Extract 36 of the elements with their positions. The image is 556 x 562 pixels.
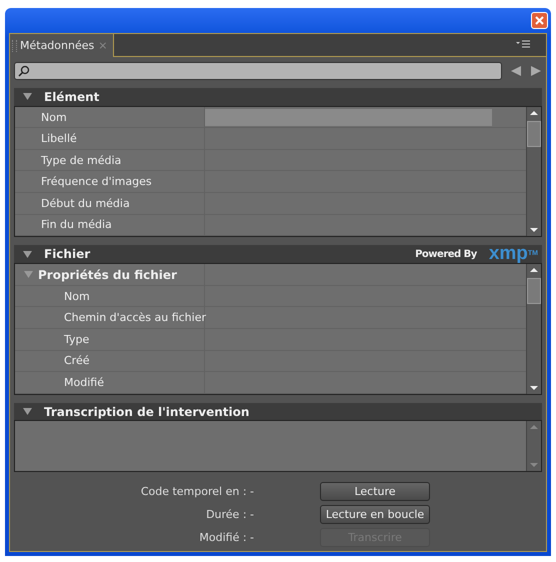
scrollbar[interactable] bbox=[526, 264, 541, 394]
close-button[interactable] bbox=[531, 12, 548, 29]
scrollbar bbox=[526, 421, 541, 472]
panel-tab[interactable]: Métadonnées × bbox=[10, 34, 114, 57]
next-icon[interactable] bbox=[530, 65, 542, 77]
property-label: Nom bbox=[15, 286, 205, 306]
section-title: Fichier bbox=[44, 247, 90, 262]
property-label: Fréquence d'images bbox=[15, 171, 205, 192]
property-label: Libellé bbox=[15, 128, 205, 149]
property-label: Type bbox=[15, 329, 205, 350]
search-icon bbox=[18, 65, 30, 77]
close-icon bbox=[534, 15, 545, 26]
previous-icon[interactable] bbox=[510, 65, 522, 77]
section-title: Transcription de l'intervention bbox=[44, 404, 250, 419]
property-label: Fin du média bbox=[15, 214, 205, 236]
info-text: Modifié : - bbox=[199, 530, 254, 546]
info-text: Durée : - bbox=[206, 507, 254, 524]
search-field[interactable] bbox=[14, 62, 502, 80]
section-header[interactable]: Fichier Powered By xmp$^{TM}$ bbox=[14, 245, 542, 264]
panel-menu-icon[interactable] bbox=[516, 40, 530, 50]
info-text: Code temporel en : - bbox=[140, 484, 254, 500]
logo: xmp$^{TM}$ bbox=[488, 245, 538, 264]
value-field[interactable] bbox=[205, 108, 492, 126]
property-label: Type de média bbox=[15, 150, 205, 170]
property-label: Début du média bbox=[15, 193, 205, 214]
section-header[interactable]: Elément bbox=[14, 88, 542, 107]
property-label: Chemin d'accès au fichier bbox=[15, 307, 205, 328]
scrollbar[interactable] bbox=[526, 106, 541, 236]
property-label: Modifié bbox=[15, 372, 205, 393]
action-button[interactable]: Lecture en boucle bbox=[320, 505, 430, 524]
group-header[interactable]: Propriétés du fichier bbox=[15, 264, 205, 285]
action-button[interactable]: Lecture bbox=[320, 482, 430, 502]
property-label: Créé bbox=[15, 350, 205, 372]
section-title: Elément bbox=[44, 90, 100, 104]
powered-by-label: Powered By bbox=[415, 248, 477, 260]
section-header[interactable]: Transcription de l'intervention bbox=[14, 402, 542, 422]
